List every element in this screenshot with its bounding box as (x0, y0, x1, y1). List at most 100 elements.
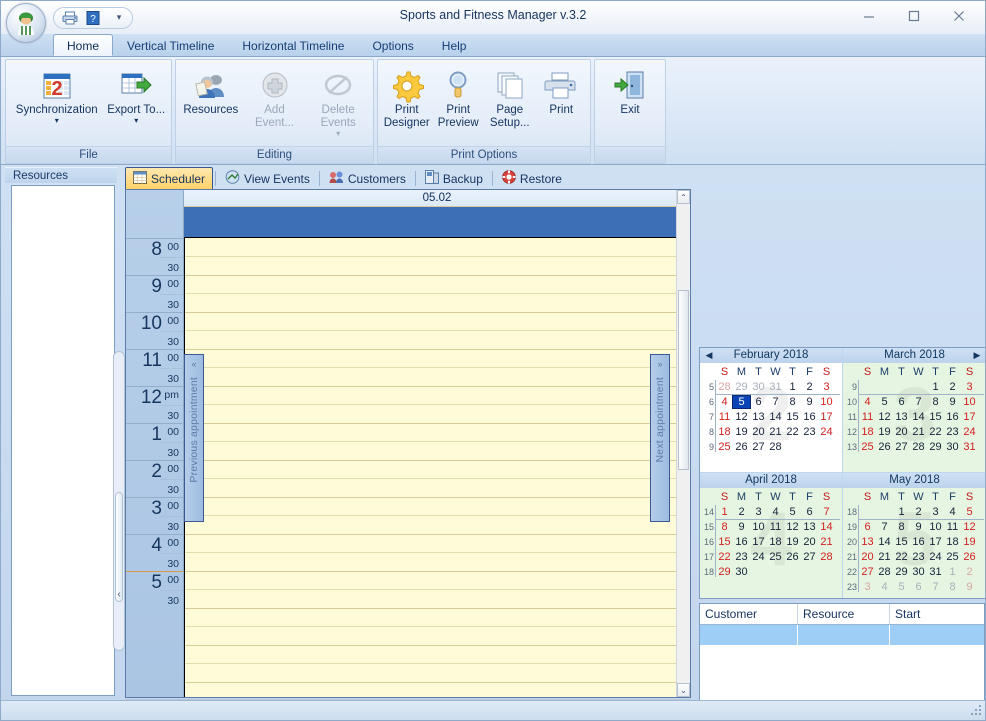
day-cell[interactable]: 8 (716, 521, 733, 533)
maximize-button[interactable] (891, 3, 936, 29)
table-row[interactable] (700, 625, 984, 645)
day-cell[interactable]: 23 (733, 551, 750, 563)
resize-grip-icon[interactable] (971, 705, 983, 717)
day-cell[interactable]: 3 (818, 381, 835, 393)
day-cell[interactable]: 30 (733, 566, 750, 578)
day-cell[interactable]: 10 (961, 396, 978, 408)
day-cell[interactable]: 9 (733, 521, 750, 533)
tab-backup[interactable]: Backup (418, 168, 490, 189)
day-cell[interactable]: 22 (893, 551, 910, 563)
day-cell[interactable]: 22 (784, 426, 801, 438)
day-cell[interactable]: 6 (801, 506, 818, 518)
day-cell[interactable]: 1 (716, 506, 733, 518)
day-cell[interactable]: 13 (859, 536, 876, 548)
day-cell[interactable]: 4 (944, 506, 961, 518)
day-cell[interactable]: 29 (927, 441, 944, 453)
day-cell[interactable]: 2 (910, 506, 927, 518)
tab-view-events[interactable]: View Events (218, 168, 317, 189)
day-cell[interactable]: 3 (927, 506, 944, 518)
help-icon[interactable]: ? (83, 9, 103, 27)
day-cell[interactable]: 9 (910, 521, 927, 533)
day-cell[interactable]: 11 (767, 521, 784, 533)
delete-events-button[interactable]: Delete Events ▾ (306, 64, 370, 142)
day-cell[interactable]: 1 (927, 381, 944, 393)
day-cell[interactable]: 2 (944, 381, 961, 393)
synchronization-button[interactable]: 2 Synchronization ▾ (9, 64, 104, 129)
day-cell[interactable]: 6 (893, 396, 910, 408)
day-cell[interactable]: 30 (910, 566, 927, 578)
next-appointment-tab[interactable]: » Next appointment (650, 354, 670, 522)
day-cell[interactable]: 15 (784, 411, 801, 423)
chevron-down-icon[interactable]: ▾ (134, 117, 138, 125)
tab-customers[interactable]: Customers (322, 168, 413, 189)
day-cell[interactable]: 2 (961, 566, 978, 578)
day-cell[interactable]: 20 (801, 536, 818, 548)
day-cell[interactable]: 16 (801, 411, 818, 423)
calendar-may[interactable]: May 2018 5 S M T W T F S (843, 473, 986, 598)
day-cell[interactable]: 27 (750, 441, 767, 453)
day-cell[interactable]: 17 (818, 411, 835, 423)
cell-start[interactable] (890, 625, 984, 645)
day-cell[interactable]: 21 (876, 551, 893, 563)
day-cell[interactable]: 5 (876, 396, 893, 408)
day-cell[interactable]: 2 (801, 381, 818, 393)
day-cell[interactable]: 19 (876, 426, 893, 438)
day-cell[interactable]: 12 (876, 411, 893, 423)
day-cell[interactable]: 20 (859, 551, 876, 563)
day-cell[interactable]: 29 (893, 566, 910, 578)
tab-scheduler[interactable]: Scheduler (125, 167, 213, 189)
column-header-customer[interactable]: Customer (700, 604, 798, 624)
day-cell[interactable]: 31 (767, 381, 784, 393)
day-cell[interactable]: 26 (876, 441, 893, 453)
ribbon-tab-home[interactable]: Home (53, 34, 113, 56)
day-cell[interactable]: 7 (910, 396, 927, 408)
day-cell[interactable]: 19 (961, 536, 978, 548)
day-cell[interactable]: 7 (927, 581, 944, 593)
cell-resource[interactable] (798, 625, 890, 645)
print-designer-button[interactable]: Print Designer (381, 64, 433, 134)
day-cell[interactable]: 25 (716, 441, 733, 453)
day-cell[interactable]: 26 (961, 551, 978, 563)
day-cell[interactable]: 29 (716, 566, 733, 578)
day-cell[interactable]: 23 (801, 426, 818, 438)
printer-icon[interactable] (60, 9, 80, 27)
day-cell[interactable]: 20 (893, 426, 910, 438)
day-cell[interactable]: 30 (944, 441, 961, 453)
day-cell[interactable]: 18 (767, 536, 784, 548)
day-cell[interactable]: 15 (716, 536, 733, 548)
day-cell[interactable]: 18 (944, 536, 961, 548)
day-cell[interactable]: 8 (944, 581, 961, 593)
day-cell[interactable]: 25 (944, 551, 961, 563)
day-cell[interactable]: 31 (961, 441, 978, 453)
day-cell[interactable]: 5 (784, 506, 801, 518)
day-cell[interactable]: 18 (716, 426, 733, 438)
day-cell[interactable]: 24 (750, 551, 767, 563)
cell-customer[interactable] (700, 625, 798, 645)
calendar-february[interactable]: ◀ February 2018 2 S M T W T F (700, 348, 843, 473)
day-cell[interactable]: 7 (767, 396, 784, 408)
day-cell[interactable]: 25 (859, 441, 876, 453)
day-cell[interactable]: 23 (910, 551, 927, 563)
day-cell[interactable]: 1 (893, 506, 910, 518)
application-menu-orb[interactable] (6, 3, 46, 43)
day-cell-selected[interactable]: 5 (733, 396, 750, 408)
chevron-down-icon[interactable]: ▾ (55, 117, 59, 125)
day-cell[interactable]: 5 (893, 581, 910, 593)
day-cell[interactable]: 30 (750, 381, 767, 393)
day-cell[interactable]: 16 (944, 411, 961, 423)
day-cell[interactable]: 4 (767, 506, 784, 518)
day-cell[interactable]: 13 (893, 411, 910, 423)
resources-list[interactable] (11, 185, 115, 696)
ribbon-tab-horizontal-timeline[interactable]: Horizontal Timeline (228, 34, 358, 56)
day-cell[interactable]: 5 (961, 506, 978, 518)
day-cell[interactable]: 24 (961, 426, 978, 438)
day-cell[interactable]: 18 (859, 426, 876, 438)
day-cell[interactable]: 28 (716, 381, 733, 393)
qat-dropdown-icon[interactable]: ▾ (112, 9, 126, 27)
tab-restore[interactable]: Restore (495, 168, 569, 189)
day-cell[interactable]: 14 (876, 536, 893, 548)
day-cell[interactable]: 22 (716, 551, 733, 563)
resources-button[interactable]: Resources (179, 64, 243, 121)
day-cell[interactable]: 3 (961, 381, 978, 393)
day-cell[interactable]: 29 (733, 381, 750, 393)
